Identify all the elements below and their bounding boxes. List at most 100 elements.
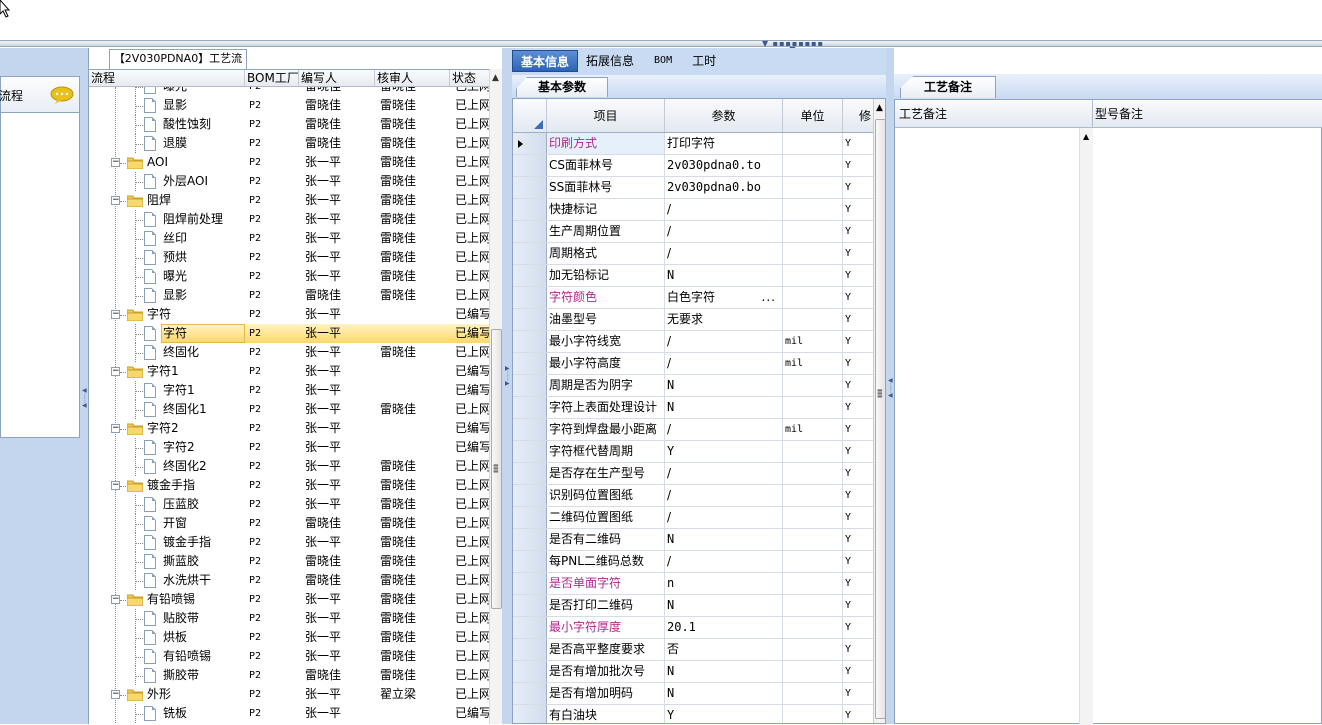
grid-row[interactable]: 字符框代替周期 Y Y <box>513 441 885 463</box>
param-cell[interactable]: 无要求 <box>665 309 783 330</box>
collapse-toggle-icon[interactable]: − <box>111 367 120 376</box>
process-remarks-field[interactable] <box>895 128 1093 725</box>
tree-row[interactable]: 终固化2 P2 张一平 雷晓佳 已上网 <box>89 457 489 476</box>
grid-row[interactable]: 字符颜色 白色字符... Y <box>513 287 885 309</box>
grid-row[interactable]: 是否有二维码 N Y <box>513 529 885 551</box>
param-cell[interactable]: 白色字符... <box>665 287 783 308</box>
grid-corner[interactable] <box>513 99 547 132</box>
tree-row[interactable]: − AOI P2 张一平 雷晓佳 已上网 <box>89 153 489 172</box>
row-header[interactable] <box>513 573 547 594</box>
grid-row[interactable]: SS面菲林号 2v030pdna0.bo Y <box>513 177 885 199</box>
splitter-arrow-icon[interactable]: ▶ ⋮ ⋮ ▶ <box>505 366 511 387</box>
row-header[interactable] <box>513 705 547 723</box>
row-header[interactable] <box>513 463 547 484</box>
col-reviewer[interactable]: 核审人 <box>375 70 450 86</box>
splitter-arrow-icon[interactable]: ◀ ⋮ ⋮ ◀ <box>82 388 88 409</box>
row-header[interactable] <box>513 265 547 286</box>
tree-row[interactable]: 显影 P2 雷晓佳 雷晓佳 已上网 <box>89 286 489 305</box>
tab-process-remarks[interactable]: 工艺备注 <box>900 76 996 98</box>
tree-row[interactable]: 曝光 P2 张一平 雷晓佳 已上网 <box>89 267 489 286</box>
grid-row[interactable]: 周期格式 / Y <box>513 243 885 265</box>
param-cell[interactable]: / <box>665 551 783 572</box>
param-cell[interactable]: n <box>665 573 783 594</box>
tree-row[interactable]: − 字符2 P2 张一平 已编写 <box>89 419 489 438</box>
row-header[interactable] <box>513 441 547 462</box>
param-cell[interactable]: / <box>665 199 783 220</box>
tree-row[interactable]: 丝印 P2 张一平 雷晓佳 已上网 <box>89 229 489 248</box>
row-header[interactable] <box>513 683 547 704</box>
row-header[interactable] <box>513 199 547 220</box>
splitter-bar[interactable] <box>0 40 1322 47</box>
param-cell[interactable]: Y <box>665 441 783 462</box>
param-cell[interactable]: Y <box>665 705 783 723</box>
col-unit[interactable]: 单位 <box>783 99 843 132</box>
tree-splitter[interactable]: ▶ ⋮ ⋮ ▶ <box>502 48 512 724</box>
param-cell[interactable]: / <box>665 463 783 484</box>
tree-row[interactable]: 阻焊前处理 P2 张一平 雷晓佳 已上网 <box>89 210 489 229</box>
tab-3[interactable]: 工时 <box>684 50 724 72</box>
param-cell[interactable]: / <box>665 221 783 242</box>
row-header[interactable] <box>513 375 547 396</box>
tab-basic-params[interactable]: 基本参数 <box>516 77 608 97</box>
grid-row[interactable]: 最小字符线宽 / mil Y <box>513 331 885 353</box>
tree-row[interactable]: 压蓝胶 P2 张一平 雷晓佳 已上网 <box>89 495 489 514</box>
ellipsis-button[interactable]: ... <box>762 287 776 308</box>
collapse-toggle-icon[interactable]: − <box>111 158 120 167</box>
param-cell[interactable]: 2v030pdna0.bo <box>665 177 783 198</box>
param-cell[interactable]: / <box>665 243 783 264</box>
param-cell[interactable]: / <box>665 507 783 528</box>
row-header[interactable] <box>513 133 547 154</box>
col-bom-factory[interactable]: BOM工厂 <box>245 70 299 86</box>
row-header[interactable] <box>513 331 547 352</box>
param-cell[interactable]: N <box>665 375 783 396</box>
collapse-toggle-icon[interactable]: − <box>111 595 120 604</box>
tree-row[interactable]: 字符1 P2 张一平 已编写 <box>89 381 489 400</box>
param-cell[interactable]: 打印字符 <box>665 133 783 154</box>
param-cell[interactable]: N <box>665 529 783 550</box>
row-header[interactable] <box>513 485 547 506</box>
left-nav-header[interactable]: 流程 <box>0 77 79 113</box>
col-author[interactable]: 编写人 <box>299 70 375 86</box>
param-cell[interactable]: / <box>665 331 783 352</box>
tree-row[interactable]: 贴胶带 P2 张一平 雷晓佳 已上网 <box>89 609 489 628</box>
col-status[interactable]: 状态 <box>450 70 489 86</box>
param-cell[interactable]: N <box>665 661 783 682</box>
param-cell[interactable]: / <box>665 485 783 506</box>
tree-row[interactable]: 有铅喷锡 P2 张一平 雷晓佳 已上网 <box>89 647 489 666</box>
grid-row[interactable]: 是否打印二维码 N Y <box>513 595 885 617</box>
param-cell[interactable]: 否 <box>665 639 783 660</box>
grid-row[interactable]: 快捷标记 / Y <box>513 199 885 221</box>
param-cell[interactable]: N <box>665 397 783 418</box>
row-header[interactable] <box>513 177 547 198</box>
tree-row[interactable]: 预烘 P2 张一平 雷晓佳 已上网 <box>89 248 489 267</box>
grid-row[interactable]: 是否有增加明码 N Y <box>513 683 885 705</box>
collapse-toggle-icon[interactable]: − <box>111 424 120 433</box>
grid-row[interactable]: 是否有增加批次号 N Y <box>513 661 885 683</box>
tab-0[interactable]: 基本信息 <box>512 50 579 72</box>
grid-row[interactable]: 印刷方式 打印字符 Y <box>513 133 885 155</box>
grid-row[interactable]: 最小字符厚度 20.1 Y <box>513 617 885 639</box>
grid-row[interactable]: 字符上表面处理设计 N Y <box>513 397 885 419</box>
row-header[interactable] <box>513 639 547 660</box>
grid-row[interactable]: 油墨型号 无要求 Y <box>513 309 885 331</box>
row-header[interactable] <box>513 507 547 528</box>
tree-scrollbar[interactable]: ▲ ▬ ▬ ▬ <box>489 69 503 724</box>
param-cell[interactable]: 20.1 <box>665 617 783 638</box>
row-header[interactable] <box>513 243 547 264</box>
row-header[interactable] <box>513 155 547 176</box>
tree-row[interactable]: 烘板 P2 张一平 雷晓佳 已上网 <box>89 628 489 647</box>
row-header[interactable] <box>513 661 547 682</box>
tree-row[interactable]: 撕蓝胶 P2 雷晓佳 雷晓佳 已上网 <box>89 552 489 571</box>
tab-process-flow[interactable]: 【2V030PDNA0】工艺流程 <box>109 49 247 83</box>
grid-row[interactable]: 是否单面字符 n Y <box>513 573 885 595</box>
splitter-grip-icon[interactable]: ▼ ▪▪▪▪▪▪▪▪ ▼ <box>760 40 826 54</box>
tree-row[interactable]: − 外形 P2 张一平 翟立梁 已上网 <box>89 685 489 704</box>
grid-row[interactable]: 生产周期位置 / Y <box>513 221 885 243</box>
remarks-scrollbar[interactable]: ▲ <box>1079 128 1093 725</box>
speech-bubble-icon[interactable] <box>50 86 74 104</box>
col-param[interactable]: 参数 <box>665 99 783 132</box>
row-header[interactable] <box>513 595 547 616</box>
tree-row[interactable]: − 镀金手指 P2 张一平 雷晓佳 已上网 <box>89 476 489 495</box>
grid-row[interactable]: 有白油块 Y Y <box>513 705 885 723</box>
tree-row[interactable]: 开窗 P2 雷晓佳 雷晓佳 已上网 <box>89 514 489 533</box>
